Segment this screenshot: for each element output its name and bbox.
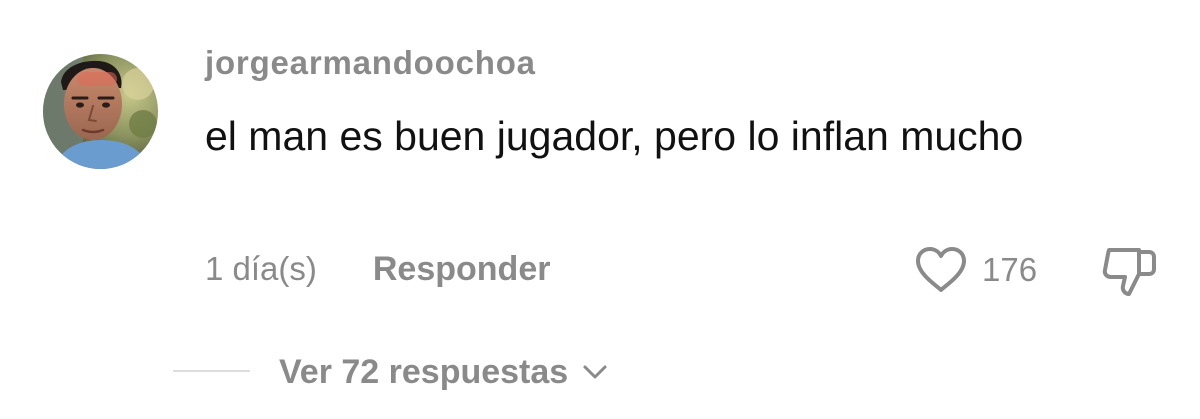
user-avatar-photo xyxy=(43,54,158,169)
view-replies-button[interactable]: Ver 72 respuestas xyxy=(279,348,608,396)
comment-text: el man es buen jugador, pero lo inflan m… xyxy=(205,113,1024,159)
view-replies-label: Ver 72 respuestas xyxy=(279,352,569,391)
timestamp: 1 día(s) xyxy=(205,250,317,287)
dislike-button[interactable] xyxy=(1101,244,1161,300)
avatar[interactable] xyxy=(43,54,158,169)
like-button[interactable]: 176 xyxy=(914,244,1037,296)
thumbs-down-outline-icon xyxy=(1101,244,1161,300)
reply-button[interactable]: Responder xyxy=(373,250,551,289)
comment-meta: 1 día(s) Responder xyxy=(205,245,550,293)
replies-divider xyxy=(173,370,250,372)
like-count: 176 xyxy=(982,251,1038,288)
comment-item: jorgearmandoochoa el man es buen jugador… xyxy=(0,0,1200,419)
heart-outline-icon xyxy=(914,246,968,294)
chevron-down-icon xyxy=(568,364,608,380)
username[interactable]: jorgearmandoochoa xyxy=(205,44,536,82)
